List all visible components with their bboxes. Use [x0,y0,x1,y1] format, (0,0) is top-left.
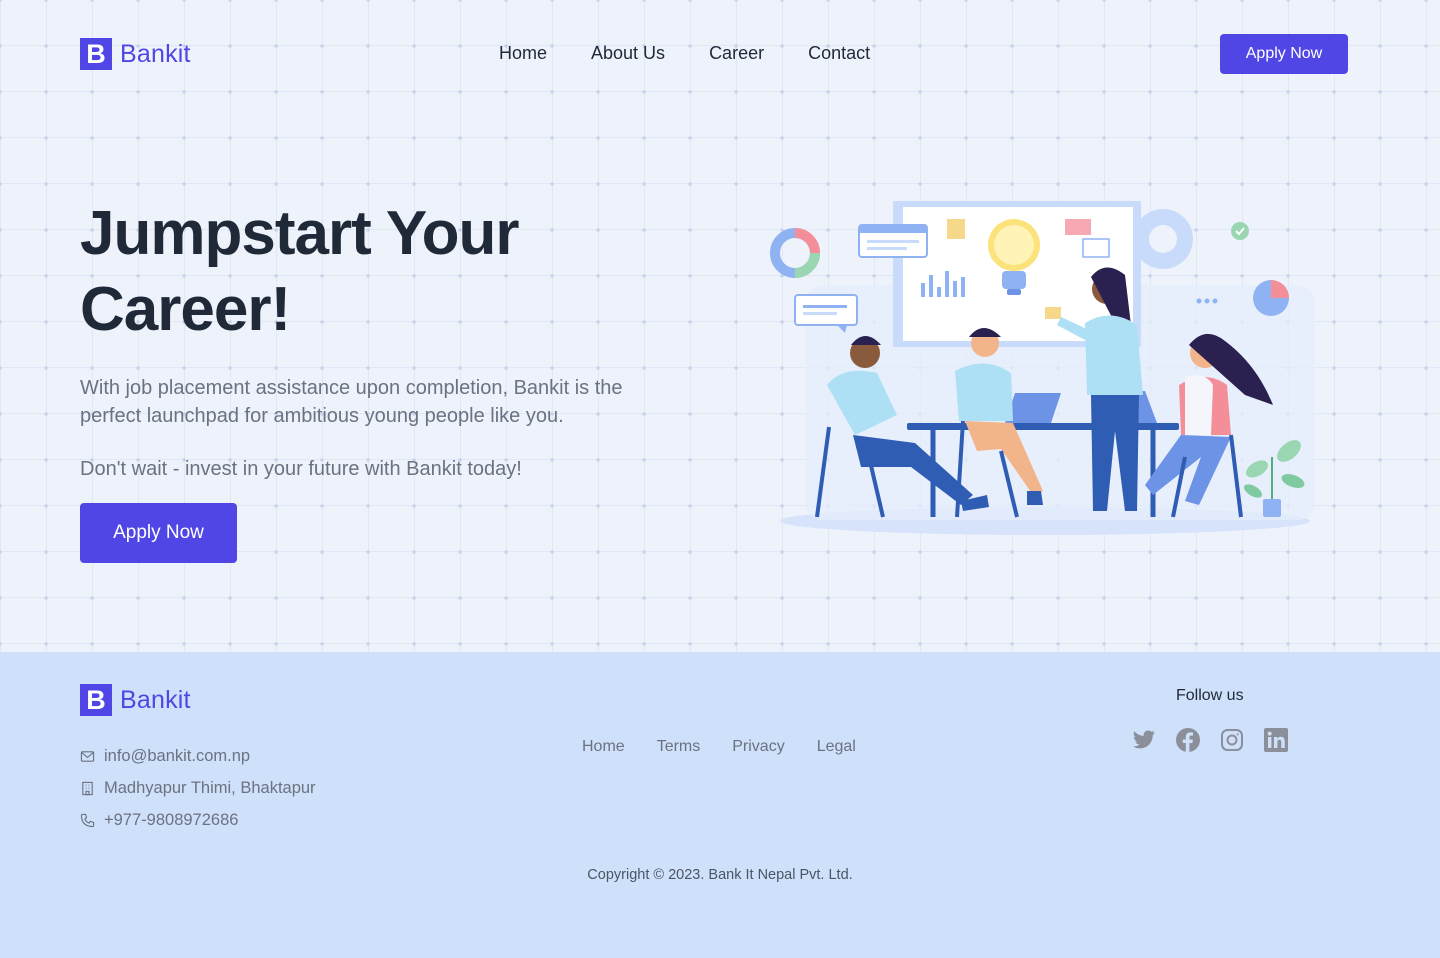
footer-links: Home Terms Privacy Legal [582,738,856,756]
facebook-icon[interactable] [1176,728,1200,752]
nav-link-contact[interactable]: Contact [808,43,870,64]
linkedin-icon[interactable] [1264,728,1288,752]
contact-email[interactable]: info@bankit.com.np [80,740,316,772]
nav-link-about-us[interactable]: About Us [591,43,665,64]
contact-address-text: Madhyapur Thimi, Bhaktapur [104,778,316,797]
contact-info: info@bankit.com.np Madhyapur Thimi, Bhak… [80,740,316,836]
hero-section: B Bankit Home About Us Career Contact Ap… [0,0,1440,652]
footer-link-home[interactable]: Home [582,738,625,756]
twitter-icon[interactable] [1132,728,1156,752]
nav-links: Home About Us Career Contact [499,43,870,64]
logo-mark: B [80,38,112,70]
nav-apply-button[interactable]: Apply Now [1220,34,1348,74]
logo-text: Bankit [120,685,191,714]
hero-subtitle: With job placement assistance upon compl… [80,377,623,427]
nav-link-home[interactable]: Home [499,43,547,64]
logo-text: Bankit [120,39,191,68]
site-footer: B Bankit info@bankit.com.np Madhyapur Th… [0,652,1440,958]
hero-title-line2: Career! [80,275,291,344]
social-links [1132,728,1288,752]
footer-link-privacy[interactable]: Privacy [732,738,784,756]
hero-content: Jumpstart Your Career! With job placemen… [80,196,700,563]
hero-cta-text: Don't wait - invest in your future with … [80,458,522,480]
hero-title-line1: Jumpstart Your [80,199,519,268]
contact-phone[interactable]: +977-9808972686 [80,804,316,836]
footer-link-terms[interactable]: Terms [657,738,701,756]
hero-title: Jumpstart Your Career! [80,196,700,348]
top-nav: B Bankit Home About Us Career Contact Ap… [0,0,1440,108]
footer-logo[interactable]: B Bankit [80,684,191,716]
contact-email-text: info@bankit.com.np [104,746,251,765]
team-meeting-illustration [770,201,1315,535]
copyright-text: Copyright © 2023. Bank It Nepal Pvt. Ltd… [587,867,853,883]
contact-phone-text: +977-9808972686 [104,810,239,829]
footer-link-legal[interactable]: Legal [817,738,856,756]
header-logo[interactable]: B Bankit [80,38,191,70]
mail-icon [80,750,95,762]
instagram-icon[interactable] [1220,728,1244,752]
phone-icon [80,813,95,827]
nav-link-career[interactable]: Career [709,43,764,64]
logo-mark: B [80,684,112,716]
contact-address: Madhyapur Thimi, Bhaktapur [80,772,316,804]
follow-us-label: Follow us [1176,687,1244,704]
hero-apply-button[interactable]: Apply Now [80,503,237,563]
building-icon [82,781,93,795]
